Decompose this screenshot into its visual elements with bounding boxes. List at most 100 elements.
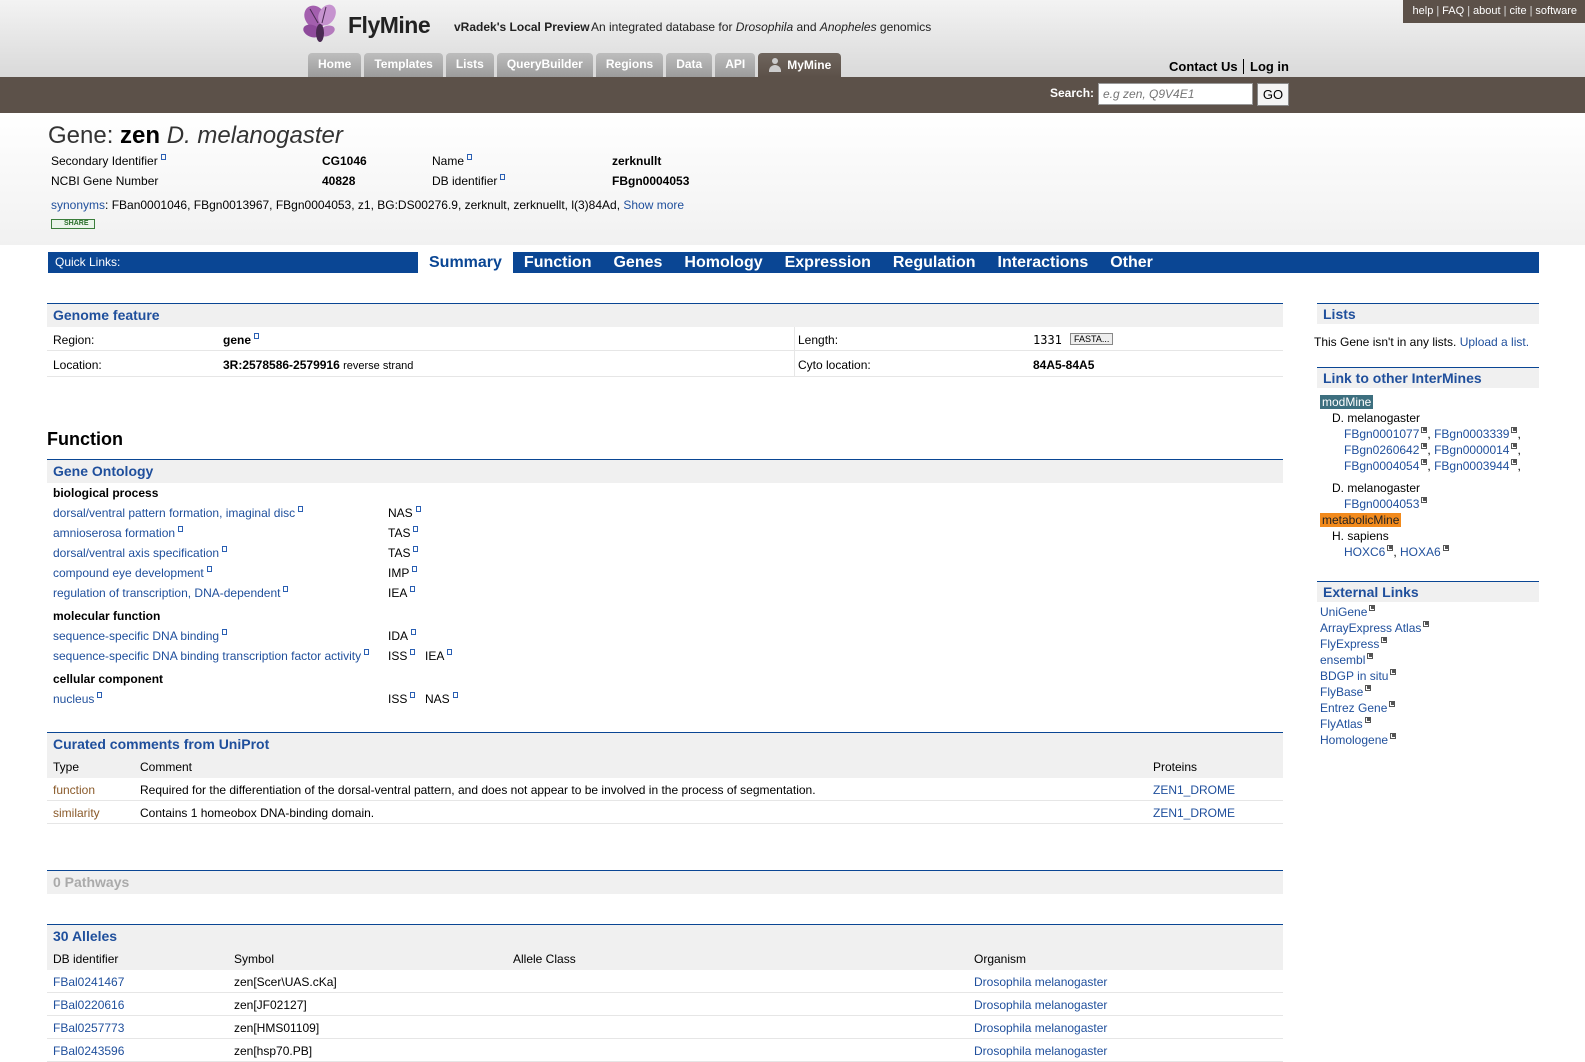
search-input[interactable] (1098, 83, 1253, 105)
external-link[interactable]: Entrez Gene (1320, 701, 1396, 715)
metabolicmine-badge[interactable]: metabolicMine (1320, 513, 1402, 527)
go-term-link[interactable]: nucleus (53, 692, 103, 706)
info-icon[interactable] (254, 333, 260, 339)
flymine-logo-icon[interactable] (300, 3, 342, 47)
show-more-link[interactable]: Show more (623, 198, 684, 212)
go-term-text[interactable]: amnioserosa formation (53, 526, 175, 540)
external-link[interactable]: UniGene (1320, 605, 1376, 619)
go-term-text[interactable]: sequence-specific DNA binding transcript… (53, 649, 361, 663)
go-term-link[interactable]: sequence-specific DNA binding (53, 629, 228, 643)
upload-list-link[interactable]: Upload a list. (1460, 335, 1529, 349)
info-icon[interactable] (415, 506, 421, 512)
info-icon[interactable] (410, 586, 416, 592)
allele-id-link[interactable]: FBal0243596 (53, 1044, 124, 1058)
protein-link[interactable]: ZEN1_DROME (1153, 783, 1235, 797)
info-icon[interactable] (500, 174, 506, 180)
external-link-text[interactable]: UniGene (1320, 605, 1367, 619)
info-icon[interactable] (467, 154, 473, 160)
go-term-text[interactable]: dorsal/ventral pattern formation, imagin… (53, 506, 295, 520)
software-link[interactable]: software (1535, 5, 1577, 17)
external-link[interactable]: ensembl (1320, 653, 1374, 667)
faq-link[interactable]: FAQ (1442, 5, 1464, 17)
organism-link[interactable]: Drosophila melanogaster (974, 1021, 1107, 1035)
external-link[interactable]: ArrayExpress Atlas (1320, 621, 1430, 635)
login-link[interactable]: Log in (1243, 59, 1289, 74)
organism-link[interactable]: Drosophila melanogaster (974, 998, 1107, 1012)
info-icon[interactable] (222, 546, 228, 552)
quicklink-genes[interactable]: Genes (602, 252, 673, 273)
info-icon[interactable] (411, 629, 417, 635)
cite-link[interactable]: cite (1509, 5, 1526, 17)
gene-link[interactable]: HOXA6 (1400, 545, 1441, 559)
synonyms-label[interactable]: synonyms (51, 198, 105, 212)
go-term-link[interactable]: dorsal/ventral axis specification (53, 546, 228, 560)
about-link[interactable]: about (1473, 5, 1501, 17)
quicklink-function[interactable]: Function (513, 252, 603, 273)
gene-link[interactable]: HOXC6 (1344, 545, 1385, 559)
info-icon[interactable] (206, 566, 212, 572)
go-term-link[interactable]: dorsal/ventral pattern formation, imagin… (53, 506, 304, 520)
brand-name[interactable]: FlyMine (348, 12, 431, 39)
tab-regions[interactable]: Regions (595, 53, 664, 77)
go-term-text[interactable]: nucleus (53, 692, 94, 706)
quicklink-summary[interactable]: Summary (418, 252, 513, 273)
external-link[interactable]: FlyBase (1320, 685, 1372, 699)
info-icon[interactable] (410, 649, 416, 655)
protein-link[interactable]: ZEN1_DROME (1153, 806, 1235, 820)
tab-mymine[interactable]: MyMine (758, 53, 842, 77)
modmine-gene-link[interactable]: FBgn0004053 (1344, 497, 1428, 511)
share-button[interactable]: SHARE (51, 219, 95, 229)
allele-id-link[interactable]: FBal0257773 (53, 1021, 124, 1035)
comment-type-link[interactable]: similarity (53, 806, 100, 820)
external-link[interactable]: Homologene (1320, 733, 1397, 747)
info-icon[interactable] (410, 692, 416, 698)
gene-link[interactable]: FBgn0003339 (1434, 427, 1509, 441)
tab-querybuilder[interactable]: QueryBuilder (496, 53, 593, 77)
tab-data[interactable]: Data (666, 53, 713, 77)
external-link[interactable]: FlyExpress (1320, 637, 1388, 651)
allele-id-link[interactable]: FBal0220616 (53, 998, 124, 1012)
go-term-text[interactable]: sequence-specific DNA binding (53, 629, 219, 643)
info-icon[interactable] (222, 629, 228, 635)
gene-link[interactable]: FBgn0004054 (1344, 459, 1419, 473)
organism-link[interactable]: Drosophila melanogaster (974, 975, 1107, 989)
search-go-button[interactable]: GO (1257, 83, 1289, 106)
organism-link[interactable]: Drosophila melanogaster (974, 1044, 1107, 1058)
gene-link[interactable]: FBgn0001077 (1344, 427, 1419, 441)
external-link[interactable]: BDGP in situ (1320, 669, 1397, 683)
external-link-text[interactable]: BDGP in situ (1320, 669, 1388, 683)
quicklink-regulation[interactable]: Regulation (882, 252, 987, 273)
quicklink-other[interactable]: Other (1099, 252, 1164, 273)
info-icon[interactable] (364, 649, 370, 655)
tab-home[interactable]: Home (308, 53, 362, 77)
gene-link[interactable]: FBgn0000014 (1434, 443, 1509, 457)
external-link-text[interactable]: FlyAtlas (1320, 717, 1363, 731)
go-term-text[interactable]: dorsal/ventral axis specification (53, 546, 219, 560)
info-icon[interactable] (283, 586, 289, 592)
quicklink-expression[interactable]: Expression (774, 252, 882, 273)
tab-api[interactable]: API (715, 53, 756, 77)
comment-type-link[interactable]: function (53, 783, 95, 797)
fasta-button[interactable]: FASTA... (1070, 333, 1114, 345)
info-icon[interactable] (298, 506, 304, 512)
go-term-link[interactable]: compound eye development (53, 566, 212, 580)
external-link-text[interactable]: ensembl (1320, 653, 1365, 667)
gene-link[interactable]: FBgn0260642 (1344, 443, 1419, 457)
go-term-link[interactable]: sequence-specific DNA binding transcript… (53, 649, 370, 663)
go-term-text[interactable]: regulation of transcription, DNA-depende… (53, 586, 280, 600)
tab-templates[interactable]: Templates (364, 53, 443, 77)
info-icon[interactable] (452, 692, 458, 698)
external-link-text[interactable]: ArrayExpress Atlas (1320, 621, 1421, 635)
go-term-link[interactable]: amnioserosa formation (53, 526, 184, 540)
external-link-text[interactable]: Entrez Gene (1320, 701, 1387, 715)
info-icon[interactable] (413, 546, 419, 552)
info-icon[interactable] (447, 649, 453, 655)
info-icon[interactable] (160, 154, 166, 160)
external-link-text[interactable]: Homologene (1320, 733, 1388, 747)
tab-lists[interactable]: Lists (445, 53, 494, 77)
go-term-text[interactable]: compound eye development (53, 566, 204, 580)
info-icon[interactable] (412, 566, 418, 572)
info-icon[interactable] (413, 526, 419, 532)
go-term-link[interactable]: regulation of transcription, DNA-depende… (53, 586, 289, 600)
help-link[interactable]: help (1413, 5, 1434, 17)
